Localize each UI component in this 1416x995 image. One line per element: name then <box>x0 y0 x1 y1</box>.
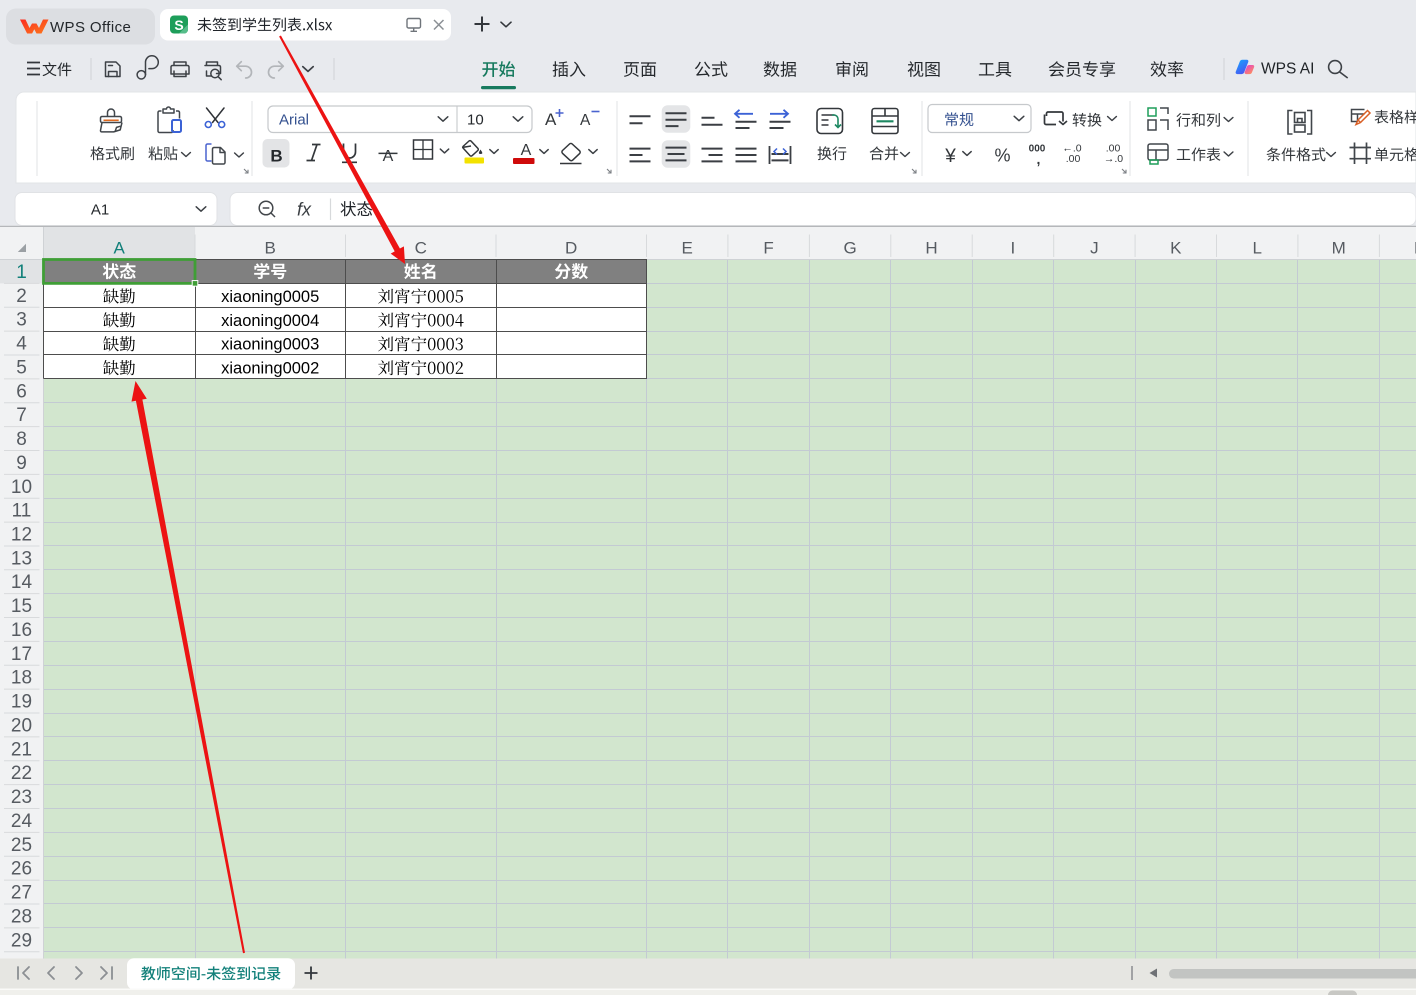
svg-text:A: A <box>383 148 394 165</box>
svg-text:28: 28 <box>11 906 32 927</box>
svg-text:6: 6 <box>16 381 27 402</box>
svg-text:22: 22 <box>11 763 32 784</box>
svg-text:9: 9 <box>16 453 27 474</box>
svg-text:A: A <box>521 142 532 159</box>
svg-text:12: 12 <box>11 525 32 546</box>
svg-text:.00: .00 <box>1066 153 1081 165</box>
svg-text:A: A <box>114 239 126 258</box>
svg-text:4: 4 <box>16 334 27 355</box>
svg-text:B: B <box>265 239 276 258</box>
svg-text:WPS Office: WPS Office <box>50 19 131 36</box>
svg-text:A1: A1 <box>91 201 109 218</box>
svg-text:27: 27 <box>11 883 32 904</box>
svg-text:11: 11 <box>12 501 32 522</box>
svg-text:24: 24 <box>11 811 33 832</box>
svg-text:1: 1 <box>16 262 27 283</box>
svg-text:¥: ¥ <box>944 146 956 167</box>
svg-text:19: 19 <box>11 692 32 713</box>
svg-text:A: A <box>545 110 557 129</box>
svg-text:20: 20 <box>11 716 32 737</box>
svg-text:21: 21 <box>11 739 32 760</box>
svg-text:15: 15 <box>11 596 32 617</box>
svg-text:I: I <box>1011 239 1016 258</box>
svg-text:14: 14 <box>11 572 33 593</box>
svg-text:→.0: →.0 <box>1104 153 1123 165</box>
svg-text:8: 8 <box>16 429 27 450</box>
svg-text:,: , <box>1037 151 1041 167</box>
svg-text:26: 26 <box>11 859 32 880</box>
svg-text:D: D <box>565 239 577 258</box>
svg-text:10: 10 <box>11 477 32 498</box>
svg-text:J: J <box>1090 239 1099 258</box>
svg-text:S: S <box>174 17 183 33</box>
svg-text:%: % <box>994 146 1010 166</box>
svg-text:5: 5 <box>16 357 27 378</box>
svg-text:L: L <box>1252 239 1261 258</box>
svg-text:29: 29 <box>11 930 32 951</box>
svg-text:Arial: Arial <box>279 112 309 129</box>
svg-text:xiaoning0005: xiaoning0005 <box>221 288 319 306</box>
svg-text:16: 16 <box>11 620 32 641</box>
svg-text:10: 10 <box>467 112 484 129</box>
svg-text:F: F <box>763 239 773 258</box>
svg-text:xiaoning0002: xiaoning0002 <box>221 360 319 378</box>
svg-text:G: G <box>843 239 856 258</box>
svg-text:2: 2 <box>16 286 27 307</box>
svg-text:13: 13 <box>11 548 32 569</box>
svg-text:E: E <box>682 239 693 258</box>
svg-text:23: 23 <box>11 787 32 808</box>
svg-text:18: 18 <box>11 668 32 689</box>
svg-text:7: 7 <box>16 405 27 426</box>
svg-text:C: C <box>415 239 427 258</box>
svg-text:A: A <box>580 112 591 129</box>
svg-text:M: M <box>1332 239 1346 258</box>
svg-text:K: K <box>1170 239 1182 258</box>
svg-text:xiaoning0003: xiaoning0003 <box>221 336 319 354</box>
svg-text:17: 17 <box>11 644 32 665</box>
svg-text:WPS AI: WPS AI <box>1261 61 1314 78</box>
svg-text:xiaoning0004: xiaoning0004 <box>221 312 319 330</box>
svg-text:3: 3 <box>16 310 27 331</box>
svg-text:fx: fx <box>297 200 312 220</box>
svg-text:25: 25 <box>11 835 32 856</box>
svg-text:B: B <box>270 147 282 166</box>
svg-text:H: H <box>925 239 937 258</box>
